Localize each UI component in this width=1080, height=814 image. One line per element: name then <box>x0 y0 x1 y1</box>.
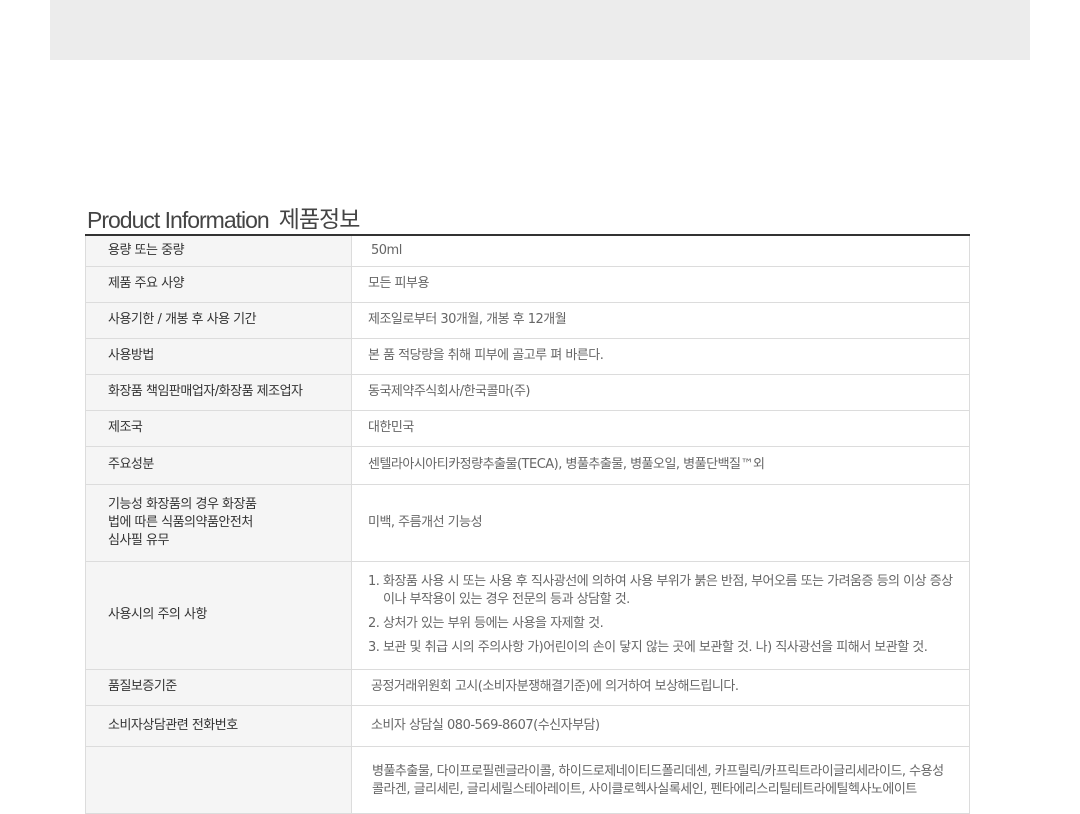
row-value: 화장품 사용 시 또는 사용 후 직사광선에 의하여 사용 부위가 붉은 반점,… <box>351 561 970 670</box>
row-value: 병풀추출물, 다이프로필렌글라이콜, 하이드로제네이티드폴리데센, 카프릴릭/카… <box>351 746 970 814</box>
table-row: 화장품 책임판매업자/화장품 제조업자 동국제약주식회사/한국콜마(주) <box>85 374 970 411</box>
row-label: 사용방법 <box>85 338 352 375</box>
table-row: 사용방법 본 품 적당량을 취해 피부에 골고루 펴 바른다. <box>85 338 970 375</box>
section-title: Product Information 제품정보 <box>85 190 970 234</box>
row-label: 소비자상담관련 전화번호 <box>85 705 352 747</box>
row-value: 소비자 상담실 080-569-8607(수신자부담) <box>351 705 970 747</box>
caution-list: 화장품 사용 시 또는 사용 후 직사광선에 의하여 사용 부위가 붉은 반점,… <box>368 573 953 657</box>
table-row: 용량 또는 중량 50ml <box>85 235 970 267</box>
table-row: 사용시의 주의 사항 화장품 사용 시 또는 사용 후 직사광선에 의하여 사용… <box>85 561 970 670</box>
row-label-line: 법에 따른 식품의약품안전처 <box>108 514 253 530</box>
row-label: 제조국 <box>85 410 352 447</box>
ingredients-text: 병풀추출물, 다이프로필렌글라이콜, 하이드로제네이티드폴리데센, 카프릴릭/카… <box>372 763 944 797</box>
row-value: 공정거래위원회 고시(소비자분쟁해결기준)에 의거하여 보상해드립니다. <box>351 669 970 706</box>
table-row: 소비자상담관련 전화번호 소비자 상담실 080-569-8607(수신자부담) <box>85 705 970 747</box>
row-label: 화장품 책임판매업자/화장품 제조업자 <box>85 374 352 411</box>
row-value: 동국제약주식회사/한국콜마(주) <box>351 374 970 411</box>
table-row: 제품 주요 사양 모든 피부용 <box>85 266 970 303</box>
row-label: 용량 또는 중량 <box>85 235 352 267</box>
product-info-table: 용량 또는 중량 50ml 제품 주요 사양 모든 피부용 사용기한 / 개봉 … <box>85 234 970 814</box>
row-label: 사용기한 / 개봉 후 사용 기간 <box>85 302 352 339</box>
row-label: 사용시의 주의 사항 <box>85 561 352 670</box>
section-title-ko: 제품정보 <box>278 206 361 232</box>
section-title-en: Product Information <box>87 207 270 233</box>
row-value: 모든 피부용 <box>351 266 970 303</box>
row-label: 주요성분 <box>85 446 352 485</box>
table-row: 기능성 화장품의 경우 화장품 법에 따른 식품의약품안전처 심사필 유무 미백… <box>85 484 970 562</box>
caution-item: 보관 및 취급 시의 주의사항 가)어린이의 손이 닿지 않는 곳에 보관할 것… <box>383 639 953 657</box>
row-label-line: 심사필 유무 <box>108 532 169 548</box>
row-value: 본 품 적당량을 취해 피부에 골고루 펴 바른다. <box>351 338 970 375</box>
table-row: 제조국 대한민국 <box>85 410 970 447</box>
row-label: 기능성 화장품의 경우 화장품 법에 따른 식품의약품안전처 심사필 유무 <box>85 484 352 562</box>
row-label <box>85 746 352 814</box>
row-value: 제조일로부터 30개월, 개봉 후 12개월 <box>351 302 970 339</box>
table-row: 주요성분 센텔라아시아티카정량추출물(TECA), 병풀추출물, 병풀오일, 병… <box>85 446 970 485</box>
row-label: 품질보증기준 <box>85 669 352 706</box>
table-row: 병풀추출물, 다이프로필렌글라이콜, 하이드로제네이티드폴리데센, 카프릴릭/카… <box>85 746 970 814</box>
product-information-section: Product Information 제품정보 용량 또는 중량 50ml 제… <box>85 190 970 814</box>
caution-item: 화장품 사용 시 또는 사용 후 직사광선에 의하여 사용 부위가 붉은 반점,… <box>383 573 953 609</box>
row-value: 센텔라아시아티카정량추출물(TECA), 병풀추출물, 병풀오일, 병풀단백질™… <box>351 446 970 485</box>
table-row: 사용기한 / 개봉 후 사용 기간 제조일로부터 30개월, 개봉 후 12개월 <box>85 302 970 339</box>
row-value: 50ml <box>351 235 970 267</box>
table-row: 품질보증기준 공정거래위원회 고시(소비자분쟁해결기준)에 의거하여 보상해드립… <box>85 669 970 706</box>
row-label-line: 기능성 화장품의 경우 화장품 <box>108 496 257 512</box>
row-value: 대한민국 <box>351 410 970 447</box>
row-value: 미백, 주름개선 기능성 <box>351 484 970 562</box>
top-banner <box>50 0 1030 60</box>
row-label: 제품 주요 사양 <box>85 266 352 303</box>
caution-item: 상처가 있는 부위 등에는 사용을 자제할 것. <box>383 615 953 633</box>
